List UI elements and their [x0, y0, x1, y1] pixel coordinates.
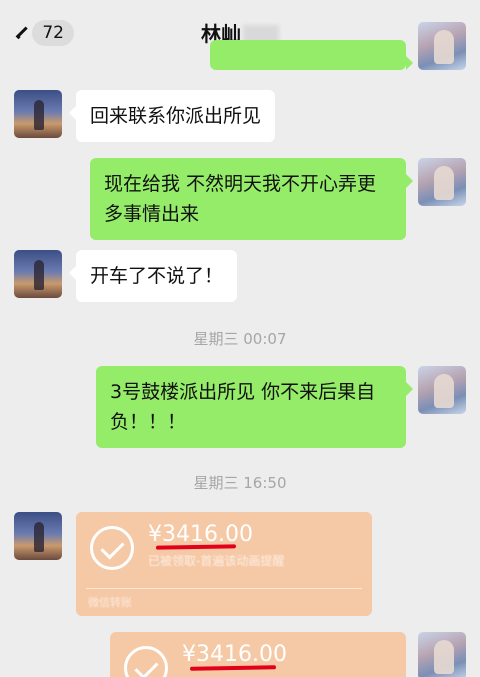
message-bubble: 回来联系你派出所见 [68, 90, 276, 142]
avatar-contact[interactable] [14, 90, 62, 138]
avatar-self[interactable] [418, 158, 466, 206]
avatar-self[interactable] [418, 22, 466, 70]
transfer-card[interactable]: ¥3416.00 [110, 632, 406, 677]
transfer-status: 已被领取-首遍该动画提醒 [148, 554, 285, 568]
message-bubble-partial [210, 40, 413, 70]
check-circle-icon [124, 646, 168, 677]
timestamp: 星期三 16:50 [193, 474, 287, 492]
transfer-footer: 微信转账 [88, 596, 132, 609]
message-bubble: 3号鼓楼派出所见 你不来后果自负！！！ [96, 366, 413, 448]
transfer-card[interactable]: ¥3416.00 已被领取-首遍该动画提醒 微信转账 [76, 512, 372, 616]
avatar-self[interactable] [418, 366, 466, 414]
timestamp: 星期三 00:07 [193, 330, 287, 348]
avatar-self[interactable] [418, 632, 466, 677]
message-bubble: 现在给我 不然明天我不开心弄更多事情出来 [90, 158, 413, 240]
check-circle-icon [90, 526, 134, 570]
avatar-contact[interactable] [14, 512, 62, 560]
transfer-amount: ¥3416.00 [148, 522, 253, 547]
message-bubble: 开车了不说了！ [68, 250, 238, 302]
avatar-contact[interactable] [14, 250, 62, 298]
transfer-amount: ¥3416.00 [182, 642, 287, 667]
